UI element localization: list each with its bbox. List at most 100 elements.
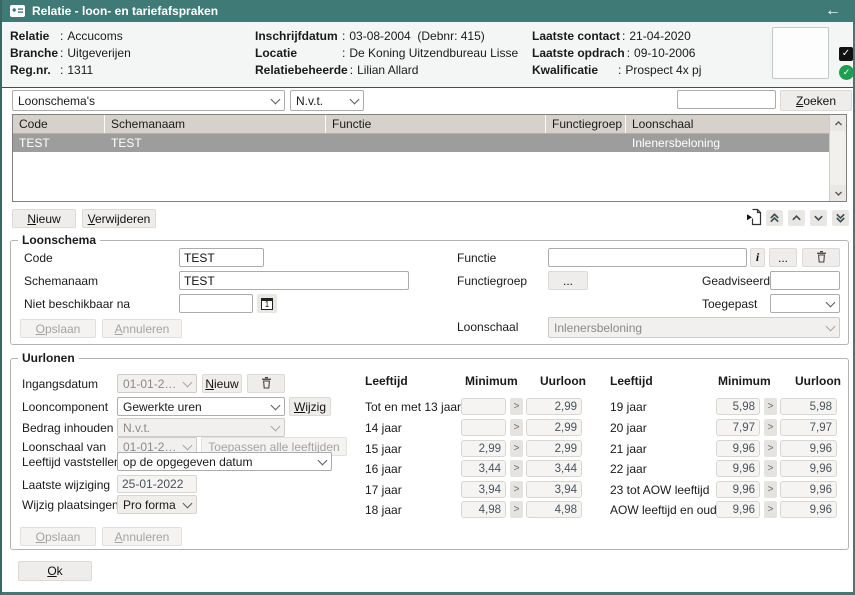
table-row[interactable]: TEST TEST Inlenersbeloning: [13, 134, 831, 152]
minimum-input[interactable]: [461, 481, 506, 498]
minimum-input[interactable]: [716, 501, 760, 518]
copy-minimum-button[interactable]: >: [764, 481, 777, 498]
status-check-icon: ✓: [839, 65, 854, 80]
minimum-input[interactable]: [461, 501, 506, 518]
leeftijd-vaststellen-select[interactable]: op de opgegeven datum: [117, 452, 332, 471]
bedrag-inhouden-select[interactable]: N.v.t.: [117, 418, 285, 437]
uurlonen-annuleren-button[interactable]: Annuleren: [102, 527, 182, 546]
chevron-down-icon: [183, 377, 193, 387]
chevron-down-icon: [318, 455, 328, 465]
copy-minimum-button[interactable]: >: [510, 460, 523, 477]
previous-record-button[interactable]: [788, 210, 805, 226]
back-arrow-icon[interactable]: ←: [825, 0, 841, 22]
uurloon-input[interactable]: [526, 440, 582, 457]
code-label: Code: [24, 251, 53, 265]
kwalificatie-field: Kwalificatie:Prospect 4x pj: [532, 63, 701, 77]
copy-minimum-button[interactable]: >: [764, 419, 777, 436]
copy-minimum-button[interactable]: >: [510, 440, 523, 457]
uurloon-input[interactable]: [526, 481, 582, 498]
copy-minimum-button[interactable]: >: [764, 460, 777, 477]
scroll-down-icon[interactable]: [830, 185, 846, 201]
minimum-input[interactable]: [716, 419, 760, 436]
uurloon-input[interactable]: [526, 398, 582, 415]
ingangsdatum-select[interactable]: 01-01-2022: [117, 374, 197, 393]
chevron-down-icon: [183, 440, 193, 450]
copy-minimum-button[interactable]: >: [764, 501, 777, 518]
uurloon-delete-button[interactable]: [247, 374, 285, 393]
scroll-up-icon[interactable]: [830, 115, 846, 131]
uurloon-input[interactable]: [526, 419, 582, 436]
functiegroep-browse-button[interactable]: ...: [548, 271, 588, 290]
uurloon-input[interactable]: [780, 440, 837, 457]
uurloon-input[interactable]: [526, 501, 582, 518]
loonschema-table: Code Schemanaam Functie Functiegroep Loo…: [12, 114, 847, 202]
column-header-code[interactable]: Code: [13, 115, 105, 133]
functie-info-button[interactable]: i: [750, 248, 765, 267]
first-record-button[interactable]: [766, 210, 783, 226]
functie-input[interactable]: [548, 248, 747, 267]
last-record-button[interactable]: [832, 210, 849, 226]
uurlonen-opslaan-button[interactable]: Opslaan: [20, 527, 96, 546]
search-input[interactable]: [677, 90, 776, 109]
loonschema-annuleren-button[interactable]: Annuleren: [102, 319, 182, 338]
functie-label: Functie: [457, 251, 496, 265]
minimum-input[interactable]: [461, 398, 506, 415]
age-label: 19 jaar: [610, 400, 647, 414]
minimum-input[interactable]: [716, 481, 760, 498]
geadviseerd-input[interactable]: [770, 271, 840, 290]
copy-minimum-button[interactable]: >: [510, 481, 523, 498]
functiegroep-label: Functiegroep: [457, 274, 527, 288]
header-checkbox[interactable]: ✓: [839, 47, 853, 61]
geadviseerd-label: Geadviseerd: [702, 274, 770, 288]
wage-header-minimum: Minimum: [465, 374, 518, 388]
minimum-input[interactable]: [716, 460, 760, 477]
toegepast-select[interactable]: [770, 294, 840, 313]
wage-header-uurloon: Uurloon: [795, 374, 841, 388]
age-label: AOW leeftijd en ouder: [610, 503, 727, 517]
schemanaam-input[interactable]: [179, 271, 409, 290]
vertical-scrollbar[interactable]: [829, 115, 846, 201]
copy-minimum-button[interactable]: >: [510, 398, 523, 415]
minimum-input[interactable]: [716, 398, 760, 415]
column-header-functie[interactable]: Functie: [326, 115, 546, 133]
loonschaal-select[interactable]: Inlenersbeloning: [548, 317, 840, 338]
copy-minimum-button[interactable]: >: [510, 419, 523, 436]
niet-beschikbaar-input[interactable]: [179, 294, 253, 313]
minimum-input[interactable]: [716, 440, 760, 457]
wijzig-plaatsingen-select[interactable]: Pro forma: [117, 495, 197, 514]
copy-minimum-button[interactable]: >: [764, 440, 777, 457]
verwijderen-button[interactable]: Verwijderen: [82, 209, 156, 228]
ok-button[interactable]: Ok: [18, 561, 92, 581]
column-header-functiegroep[interactable]: Functiegroep: [546, 115, 626, 133]
nieuw-button[interactable]: Nieuw: [12, 209, 76, 228]
minimum-input[interactable]: [461, 440, 506, 457]
functie-browse-button[interactable]: ...: [769, 248, 797, 267]
goto-record-icon[interactable]: [746, 208, 762, 229]
looncomponent-select[interactable]: Gewerkte uren: [117, 397, 285, 416]
code-input[interactable]: [179, 248, 264, 267]
uurloon-input[interactable]: [780, 419, 837, 436]
schema-type-select[interactable]: Loonschema's: [12, 90, 285, 111]
loonschema-opslaan-button[interactable]: Opslaan: [20, 319, 96, 338]
minimum-input[interactable]: [461, 460, 506, 477]
uurloon-input[interactable]: [526, 460, 582, 477]
uurloon-input[interactable]: [780, 501, 837, 518]
copy-minimum-button[interactable]: >: [510, 501, 523, 518]
next-record-button[interactable]: [810, 210, 827, 226]
zoeken-button[interactable]: Zoeken: [780, 90, 852, 111]
date-picker-button[interactable]: 1: [257, 294, 277, 313]
uurloon-input[interactable]: [780, 481, 837, 498]
wijzig-button[interactable]: Wijzig: [289, 397, 331, 416]
window-title: Relatie - loon- en tariefafspraken: [32, 4, 218, 18]
functie-delete-button[interactable]: [802, 248, 840, 267]
uurloon-input[interactable]: [780, 398, 837, 415]
leeftijd-vaststellen-label: Leeftijd vaststellen: [22, 455, 121, 469]
minimum-input[interactable]: [461, 419, 506, 436]
column-header-schemanaam[interactable]: Schemanaam: [105, 115, 326, 133]
filter-select[interactable]: N.v.t.: [290, 90, 364, 111]
column-header-loonschaal[interactable]: Loonschaal: [626, 115, 831, 133]
relatiebeheerder-field: Relatiebeheerde:Lilian Allard: [255, 63, 418, 77]
copy-minimum-button[interactable]: >: [764, 398, 777, 415]
uurloon-input[interactable]: [780, 460, 837, 477]
uurloon-nieuw-button[interactable]: Nieuw: [202, 374, 242, 393]
